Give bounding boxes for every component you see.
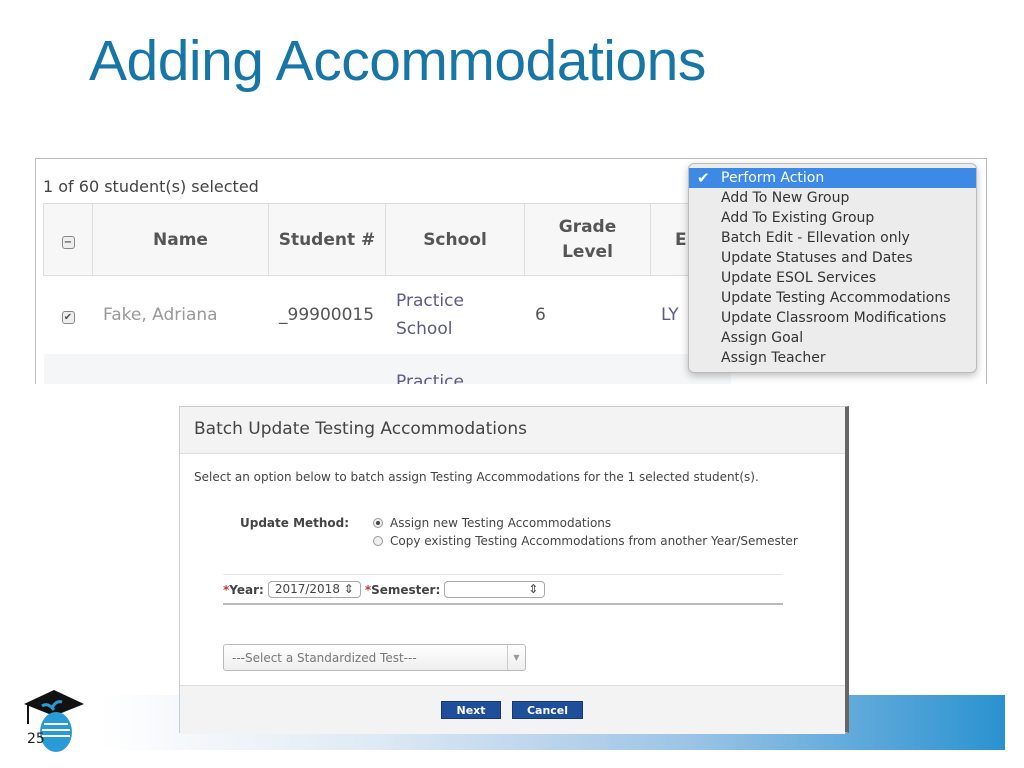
col-name[interactable]: Name <box>92 203 269 276</box>
menu-item-update-classroom-modifications[interactable]: Update Classroom Modifications <box>689 308 976 328</box>
student-name[interactable]: Fake, Adriana <box>93 276 269 354</box>
menu-item-perform-action[interactable]: ✔ Perform Action <box>689 168 976 188</box>
checkmark-icon: ✔ <box>697 169 710 187</box>
table-row[interactable]: Practice <box>43 353 731 385</box>
school-link[interactable]: Practice School <box>396 287 476 343</box>
student-table: − Name Student # School Grade Level E ✔ … <box>43 203 731 384</box>
col-grade-level[interactable]: Grade Level <box>524 203 651 276</box>
year-label: Year: <box>229 582 264 597</box>
perform-action-dropdown[interactable]: ✔ Perform Action Add To New Group Add To … <box>688 163 977 373</box>
update-method-label: Update Method: <box>240 516 350 530</box>
modal-description: Select an option below to batch assign T… <box>194 470 759 484</box>
divider <box>223 574 783 575</box>
radio-copy-existing[interactable]: Copy existing Testing Accommodations fro… <box>373 534 798 548</box>
slide-title: Adding Accommodations <box>89 29 706 93</box>
cancel-button[interactable]: Cancel <box>512 701 583 719</box>
table-row[interactable]: ✔ Fake, Adriana _99900015 Practice Schoo… <box>44 276 731 354</box>
menu-item-update-testing-accommodations[interactable]: Update Testing Accommodations <box>689 288 976 308</box>
menu-item-update-statuses[interactable]: Update Statuses and Dates <box>689 248 976 268</box>
menu-item-add-to-existing-group[interactable]: Add To Existing Group <box>689 208 976 228</box>
semester-select[interactable]: ⇕ <box>444 581 546 598</box>
menu-item-assign-teacher[interactable]: Assign Teacher <box>689 348 976 368</box>
batch-update-modal: Batch Update Testing Accommodations Sele… <box>179 406 849 734</box>
grade-level: 6 <box>535 304 546 325</box>
col-student-number[interactable]: Student # <box>268 203 386 276</box>
select-all-header[interactable]: − <box>43 203 93 276</box>
menu-item-update-esol[interactable]: Update ESOL Services <box>689 268 976 288</box>
row-checkbox[interactable]: ✔ <box>61 310 75 324</box>
page-number: 25 <box>27 731 45 747</box>
radio-icon[interactable] <box>373 536 383 546</box>
radio-assign-new[interactable]: Assign new Testing Accommodations <box>373 516 611 530</box>
menu-item-assign-goal[interactable]: Assign Goal <box>689 328 976 348</box>
radio-selected-icon[interactable] <box>373 518 383 528</box>
menu-item-add-to-new-group[interactable]: Add To New Group <box>689 188 976 208</box>
next-button[interactable]: Next <box>441 701 501 719</box>
chevron-down-icon: ▼ <box>507 645 525 670</box>
semester-label: Semester: <box>371 582 441 597</box>
divider <box>223 603 783 605</box>
select-all-checkbox[interactable]: − <box>61 235 75 249</box>
student-number: _99900015 <box>279 304 375 325</box>
selection-count: 1 of 60 student(s) selected <box>43 177 259 196</box>
menu-item-batch-edit[interactable]: Batch Edit - Ellevation only <box>689 228 976 248</box>
year-select[interactable]: 2017/2018 ⇕ <box>267 581 361 598</box>
standardized-test-select[interactable]: ---Select a Standardized Test--- ▼ <box>223 644 526 671</box>
col-school[interactable]: School <box>385 203 525 276</box>
modal-title: Batch Update Testing Accommodations <box>180 407 845 454</box>
school-link[interactable]: Practice <box>396 372 464 385</box>
